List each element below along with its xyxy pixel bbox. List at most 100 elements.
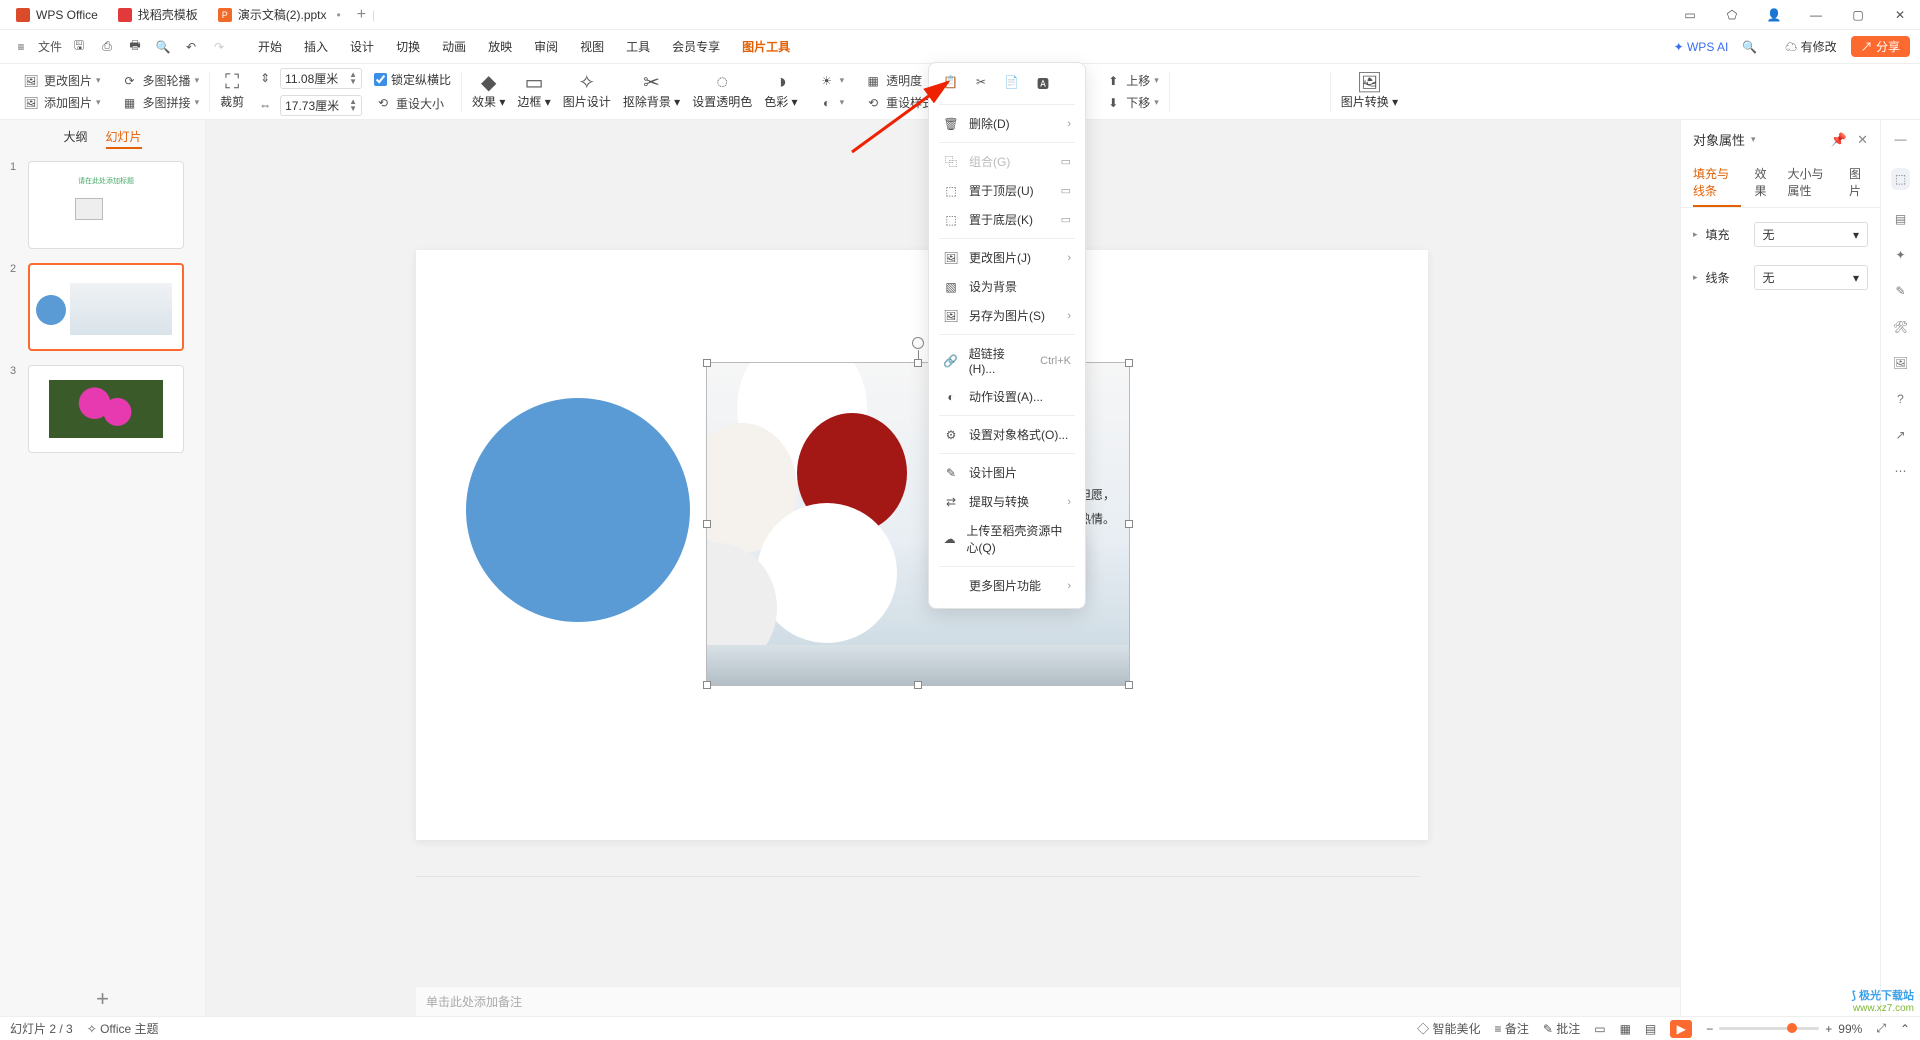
share-side-icon[interactable]: ↗ bbox=[1895, 428, 1905, 442]
view-reading-icon[interactable]: ▤ bbox=[1645, 1022, 1656, 1036]
view-normal-icon[interactable]: ▭ bbox=[1594, 1022, 1605, 1036]
close-panel-icon[interactable]: ✕ bbox=[1857, 132, 1868, 148]
ctx-item[interactable]: ▧设为背景 bbox=[935, 272, 1079, 301]
contrast-button[interactable]: ◐▾ bbox=[818, 94, 845, 112]
ctx-item[interactable]: ✎设计图片 bbox=[935, 458, 1079, 487]
slide-thumb-3[interactable]: 3 bbox=[10, 365, 195, 453]
resize-handle[interactable] bbox=[1125, 520, 1133, 528]
add-slide-button[interactable]: + bbox=[0, 982, 205, 1016]
expand-icon[interactable]: ▸ bbox=[1693, 229, 1698, 240]
window-compact-icon[interactable]: ▭ bbox=[1676, 8, 1704, 22]
tab-insert[interactable]: 插入 bbox=[304, 38, 328, 55]
multi-rotate-button[interactable]: ⟳多图轮播▾ bbox=[121, 72, 200, 90]
rp-tab-fill[interactable]: 填充与线条 bbox=[1693, 159, 1741, 207]
height-input[interactable]: 17.73厘米▲▼ bbox=[280, 95, 362, 116]
ctx-paste-text-icon[interactable]: 🅰 bbox=[1037, 75, 1049, 92]
outline-tab[interactable]: 大纲 bbox=[63, 128, 87, 149]
tab-view[interactable]: 视图 bbox=[580, 38, 604, 55]
avatar-icon[interactable]: 👤 bbox=[1760, 8, 1788, 22]
slide-canvas[interactable]: 但愿， 我还有烫死人的热情。 bbox=[416, 250, 1428, 840]
export-icon[interactable]: ⎙ bbox=[96, 39, 118, 54]
ctx-item[interactable]: 🖼另存为图片(S)› bbox=[935, 301, 1079, 330]
undo-icon[interactable]: ↶ bbox=[180, 40, 202, 54]
print-icon[interactable]: 🖶 bbox=[124, 36, 146, 57]
expand-icon[interactable]: ▸ bbox=[1693, 272, 1698, 283]
ctx-item[interactable]: 🗑删除(D)› bbox=[935, 109, 1079, 138]
notes-area[interactable]: 单击此处添加备注 bbox=[416, 986, 1680, 1016]
pin-icon[interactable]: 📌 bbox=[1831, 132, 1847, 148]
lock-ratio-checkbox[interactable]: 锁定纵横比 bbox=[374, 71, 451, 88]
tab-picture-tools[interactable]: 图片工具 bbox=[742, 38, 790, 55]
window-maximize-button[interactable]: ▢ bbox=[1844, 8, 1872, 22]
ctx-paste-icon[interactable]: 📄 bbox=[1004, 75, 1019, 92]
set-transparent-button[interactable]: ◌设置透明色 bbox=[692, 73, 752, 110]
slides-tab[interactable]: 幻灯片 bbox=[106, 128, 142, 149]
tab-member[interactable]: 会员专享 bbox=[672, 38, 720, 55]
tab-review[interactable]: 审阅 bbox=[534, 38, 558, 55]
ctx-item[interactable]: 🔗超链接(H)...Ctrl+K bbox=[935, 339, 1079, 382]
resize-handle[interactable] bbox=[703, 681, 711, 689]
window-minimize-button[interactable]: — bbox=[1802, 8, 1830, 22]
line-select[interactable]: 无▾ bbox=[1754, 265, 1868, 290]
app-tab-file[interactable]: P 演示文稿(2).pptx • bbox=[208, 1, 351, 29]
ctx-copy-icon[interactable]: 📋 bbox=[943, 75, 958, 92]
rp-tab-picture[interactable]: 图片 bbox=[1849, 159, 1868, 207]
zoom-out-button[interactable]: − bbox=[1706, 1022, 1713, 1036]
zoom-in-button[interactable]: + bbox=[1825, 1022, 1832, 1036]
ctx-item[interactable]: 更多图片功能› bbox=[935, 571, 1079, 600]
ctx-item[interactable]: ⬚置于顶层(U)▭ bbox=[935, 176, 1079, 205]
image-convert-button[interactable]: 🖼图片转换 ▾ bbox=[1341, 73, 1398, 110]
notes-divider[interactable] bbox=[416, 876, 1420, 877]
ctx-item[interactable]: ◐动作设置(A)... bbox=[935, 382, 1079, 411]
multi-join-button[interactable]: ▦多图拼接▾ bbox=[121, 94, 200, 112]
theme-label[interactable]: ✧ Office 主题 bbox=[87, 1020, 159, 1037]
move-down-button[interactable]: ⬇下移▾ bbox=[1104, 94, 1159, 112]
border-button[interactable]: ▭边框 ▾ bbox=[517, 73, 550, 110]
add-image-button[interactable]: 🖼添加图片▾ bbox=[22, 94, 101, 112]
ctx-item[interactable]: ⬚置于底层(K)▭ bbox=[935, 205, 1079, 234]
shape-circle[interactable] bbox=[466, 398, 690, 622]
rp-tab-effect[interactable]: 效果 bbox=[1755, 159, 1774, 207]
tools-icon[interactable]: 🛠 bbox=[1893, 320, 1908, 334]
ctx-item[interactable]: ⚙设置对象格式(O)... bbox=[935, 420, 1079, 449]
more-icon[interactable]: ⋯ bbox=[1895, 464, 1907, 478]
cube-icon[interactable]: ⬠ bbox=[1718, 8, 1746, 22]
resize-handle[interactable] bbox=[1125, 359, 1133, 367]
change-image-button[interactable]: 🖼更改图片▾ bbox=[22, 72, 101, 90]
ctx-item[interactable]: ⇄提取与转换› bbox=[935, 487, 1079, 516]
remove-bg-button[interactable]: ✂抠除背景 ▾ bbox=[623, 73, 680, 110]
resize-handle[interactable] bbox=[914, 359, 922, 367]
brightness-button[interactable]: ☀▾ bbox=[818, 72, 845, 90]
search-icon[interactable]: 🔍 bbox=[1742, 40, 1757, 54]
move-up-button[interactable]: ⬆上移▾ bbox=[1104, 72, 1159, 90]
tab-transition[interactable]: 切换 bbox=[396, 38, 420, 55]
properties-icon[interactable]: ⬚ bbox=[1891, 168, 1910, 190]
app-tab-template[interactable]: 找稻壳模板 bbox=[108, 1, 208, 29]
comments-toggle[interactable]: ✎ 批注 bbox=[1543, 1020, 1580, 1037]
width-input[interactable]: 11.08厘米▲▼ bbox=[280, 68, 362, 89]
tab-slideshow[interactable]: 放映 bbox=[488, 38, 512, 55]
material-icon[interactable]: 🖼 bbox=[1893, 356, 1908, 370]
tab-animation[interactable]: 动画 bbox=[442, 38, 466, 55]
crop-button[interactable]: ⛶裁剪 bbox=[220, 73, 244, 110]
share-button[interactable]: ↗ 分享 bbox=[1851, 36, 1910, 57]
layers-icon[interactable]: ▤ bbox=[1895, 212, 1906, 226]
new-tab-button[interactable]: + bbox=[357, 6, 366, 24]
fill-select[interactable]: 无▾ bbox=[1754, 222, 1868, 247]
resize-handle[interactable] bbox=[914, 681, 922, 689]
help-icon[interactable]: ? bbox=[1897, 392, 1904, 406]
design-icon[interactable]: ✎ bbox=[1895, 284, 1905, 298]
file-menu[interactable]: 文件 bbox=[38, 38, 62, 55]
collapse-icon[interactable]: — bbox=[1895, 132, 1907, 146]
resize-handle[interactable] bbox=[703, 520, 711, 528]
resize-handle[interactable] bbox=[703, 359, 711, 367]
tab-design[interactable]: 设计 bbox=[350, 38, 374, 55]
save-icon[interactable]: 🖫 bbox=[68, 36, 90, 57]
reset-size-button[interactable]: ⟲重设大小 bbox=[374, 94, 451, 112]
ctx-cut-icon[interactable]: ✂ bbox=[976, 75, 986, 92]
expand-button[interactable]: ⌃ bbox=[1900, 1022, 1910, 1036]
transparency-button[interactable]: ▦透明度 bbox=[864, 72, 934, 90]
ctx-item[interactable]: ☁上传至稻壳资源中心(Q) bbox=[935, 516, 1079, 562]
rp-tab-size[interactable]: 大小与属性 bbox=[1788, 159, 1836, 207]
resize-handle[interactable] bbox=[1125, 681, 1133, 689]
